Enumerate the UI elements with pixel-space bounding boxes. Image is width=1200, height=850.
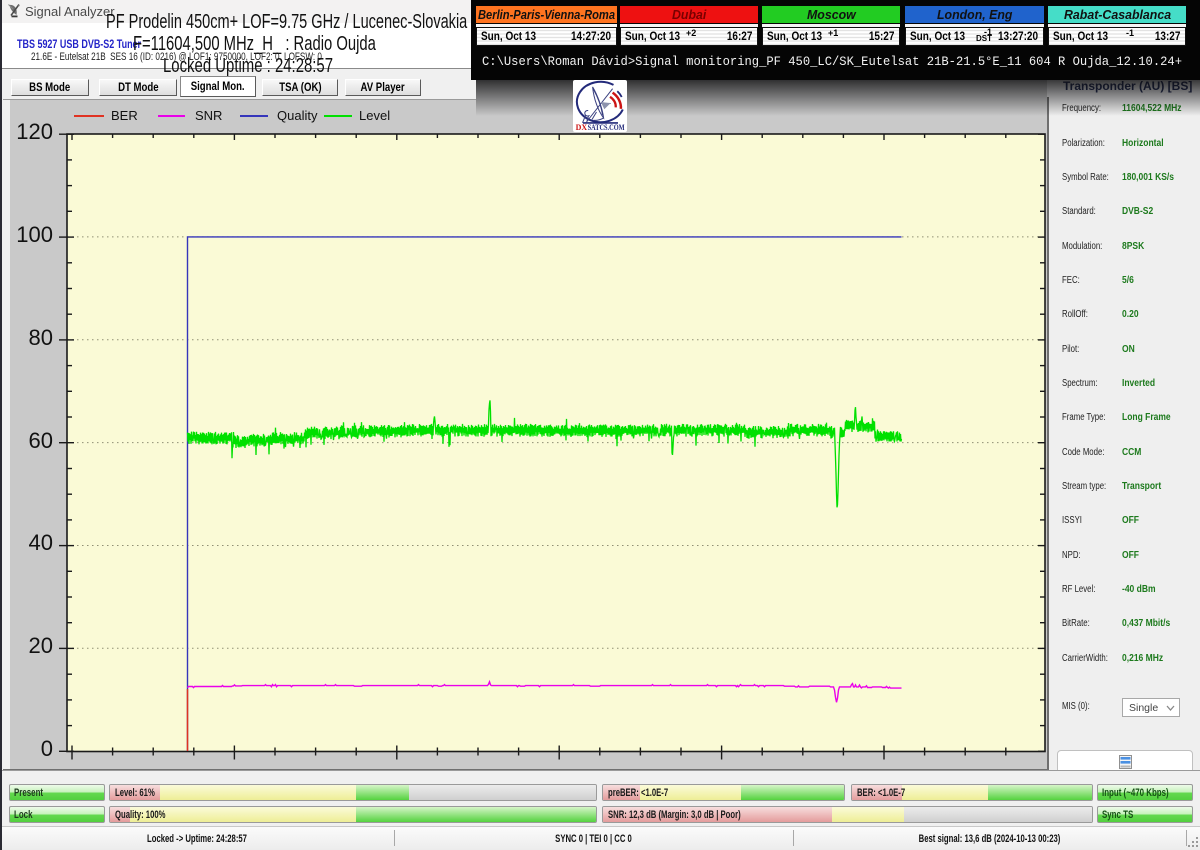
svg-text:SATCS.COM: SATCS.COM xyxy=(588,122,625,132)
svg-text:DX: DX xyxy=(576,122,588,132)
